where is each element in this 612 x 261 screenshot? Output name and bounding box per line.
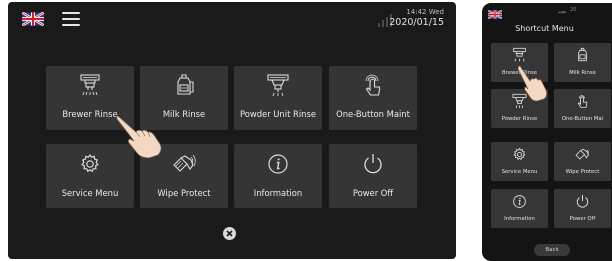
powder-unit-rinse-button[interactable]: Powder Unit Rinse (234, 66, 322, 130)
information-button[interactable]: Information (491, 189, 548, 228)
tile-label: Power Off (569, 216, 596, 222)
tile-label: Service Menu (61, 188, 119, 198)
one-button-maint-button[interactable]: One-Button Mai (554, 89, 611, 128)
milk-rinse-icon (578, 47, 587, 62)
one-button-maint-button[interactable]: One-Button Maint (329, 66, 417, 130)
tile-label: Powder Unit Rinse (240, 109, 316, 119)
tile-label: Service Menu (501, 169, 538, 175)
power-icon (364, 154, 382, 174)
info-icon (513, 195, 526, 208)
brewer-rinse-icon (513, 47, 526, 62)
top-bar: 14:42 Wed 2020/01/15 (8, 2, 456, 36)
info-icon (268, 154, 288, 174)
tile-label: Information (504, 216, 535, 222)
brewer-rinse-icon (80, 74, 100, 96)
powder-unit-rinse-icon (267, 74, 289, 97)
wipe-protect-icon (173, 154, 196, 172)
tile-label: One-Button Mai (561, 116, 604, 122)
tile-label: Wipe Protect (157, 188, 211, 198)
tablet-screen: ▂▃ 20 Shortcut Menu Brewer Rinse Milk Ri… (482, 3, 612, 261)
wipe-protect-button[interactable]: Wipe Protect (554, 142, 611, 181)
gear-icon (513, 147, 526, 160)
wipe-protect-icon (575, 148, 589, 160)
tile-label: One-Button Maint (336, 109, 410, 119)
page-title: Shortcut Menu (515, 24, 574, 33)
main-screen: 14:42 Wed 2020/01/15 Brewer Rinse Milk R… (8, 2, 456, 259)
power-off-button[interactable]: Power Off (554, 189, 611, 228)
power-off-button[interactable]: Power Off (329, 144, 417, 208)
tile-label: Information (253, 188, 303, 198)
signal-strength-icon: ▂▃ (558, 8, 566, 14)
service-menu-button[interactable]: Service Menu (491, 142, 548, 181)
touch-finger-icon (365, 74, 381, 96)
uk-flag-icon[interactable] (488, 10, 502, 19)
information-button[interactable]: Information (234, 144, 322, 208)
gear-icon (81, 153, 99, 173)
clock-date: 2020/01/15 (389, 17, 444, 28)
power-icon (576, 194, 589, 208)
touch-finger-icon (577, 95, 588, 108)
close-icon[interactable] (223, 227, 236, 240)
uk-flag-icon[interactable] (22, 12, 44, 26)
pointing-hand-icon (116, 115, 162, 158)
pointing-hand-icon (518, 65, 548, 101)
back-button[interactable]: Back (534, 244, 570, 256)
milk-rinse-icon (177, 74, 194, 95)
hamburger-menu-icon[interactable] (62, 11, 80, 27)
tile-label: Power Off (352, 188, 394, 198)
tile-label: Wipe Protect (565, 169, 600, 175)
tile-label: Milk Rinse (569, 70, 596, 76)
tile-label: Powder Rinse (501, 116, 538, 122)
milk-rinse-button[interactable]: Milk Rinse (554, 43, 611, 82)
clock-time: 20 (570, 7, 577, 13)
clock-time: 14:42 Wed (406, 8, 444, 16)
